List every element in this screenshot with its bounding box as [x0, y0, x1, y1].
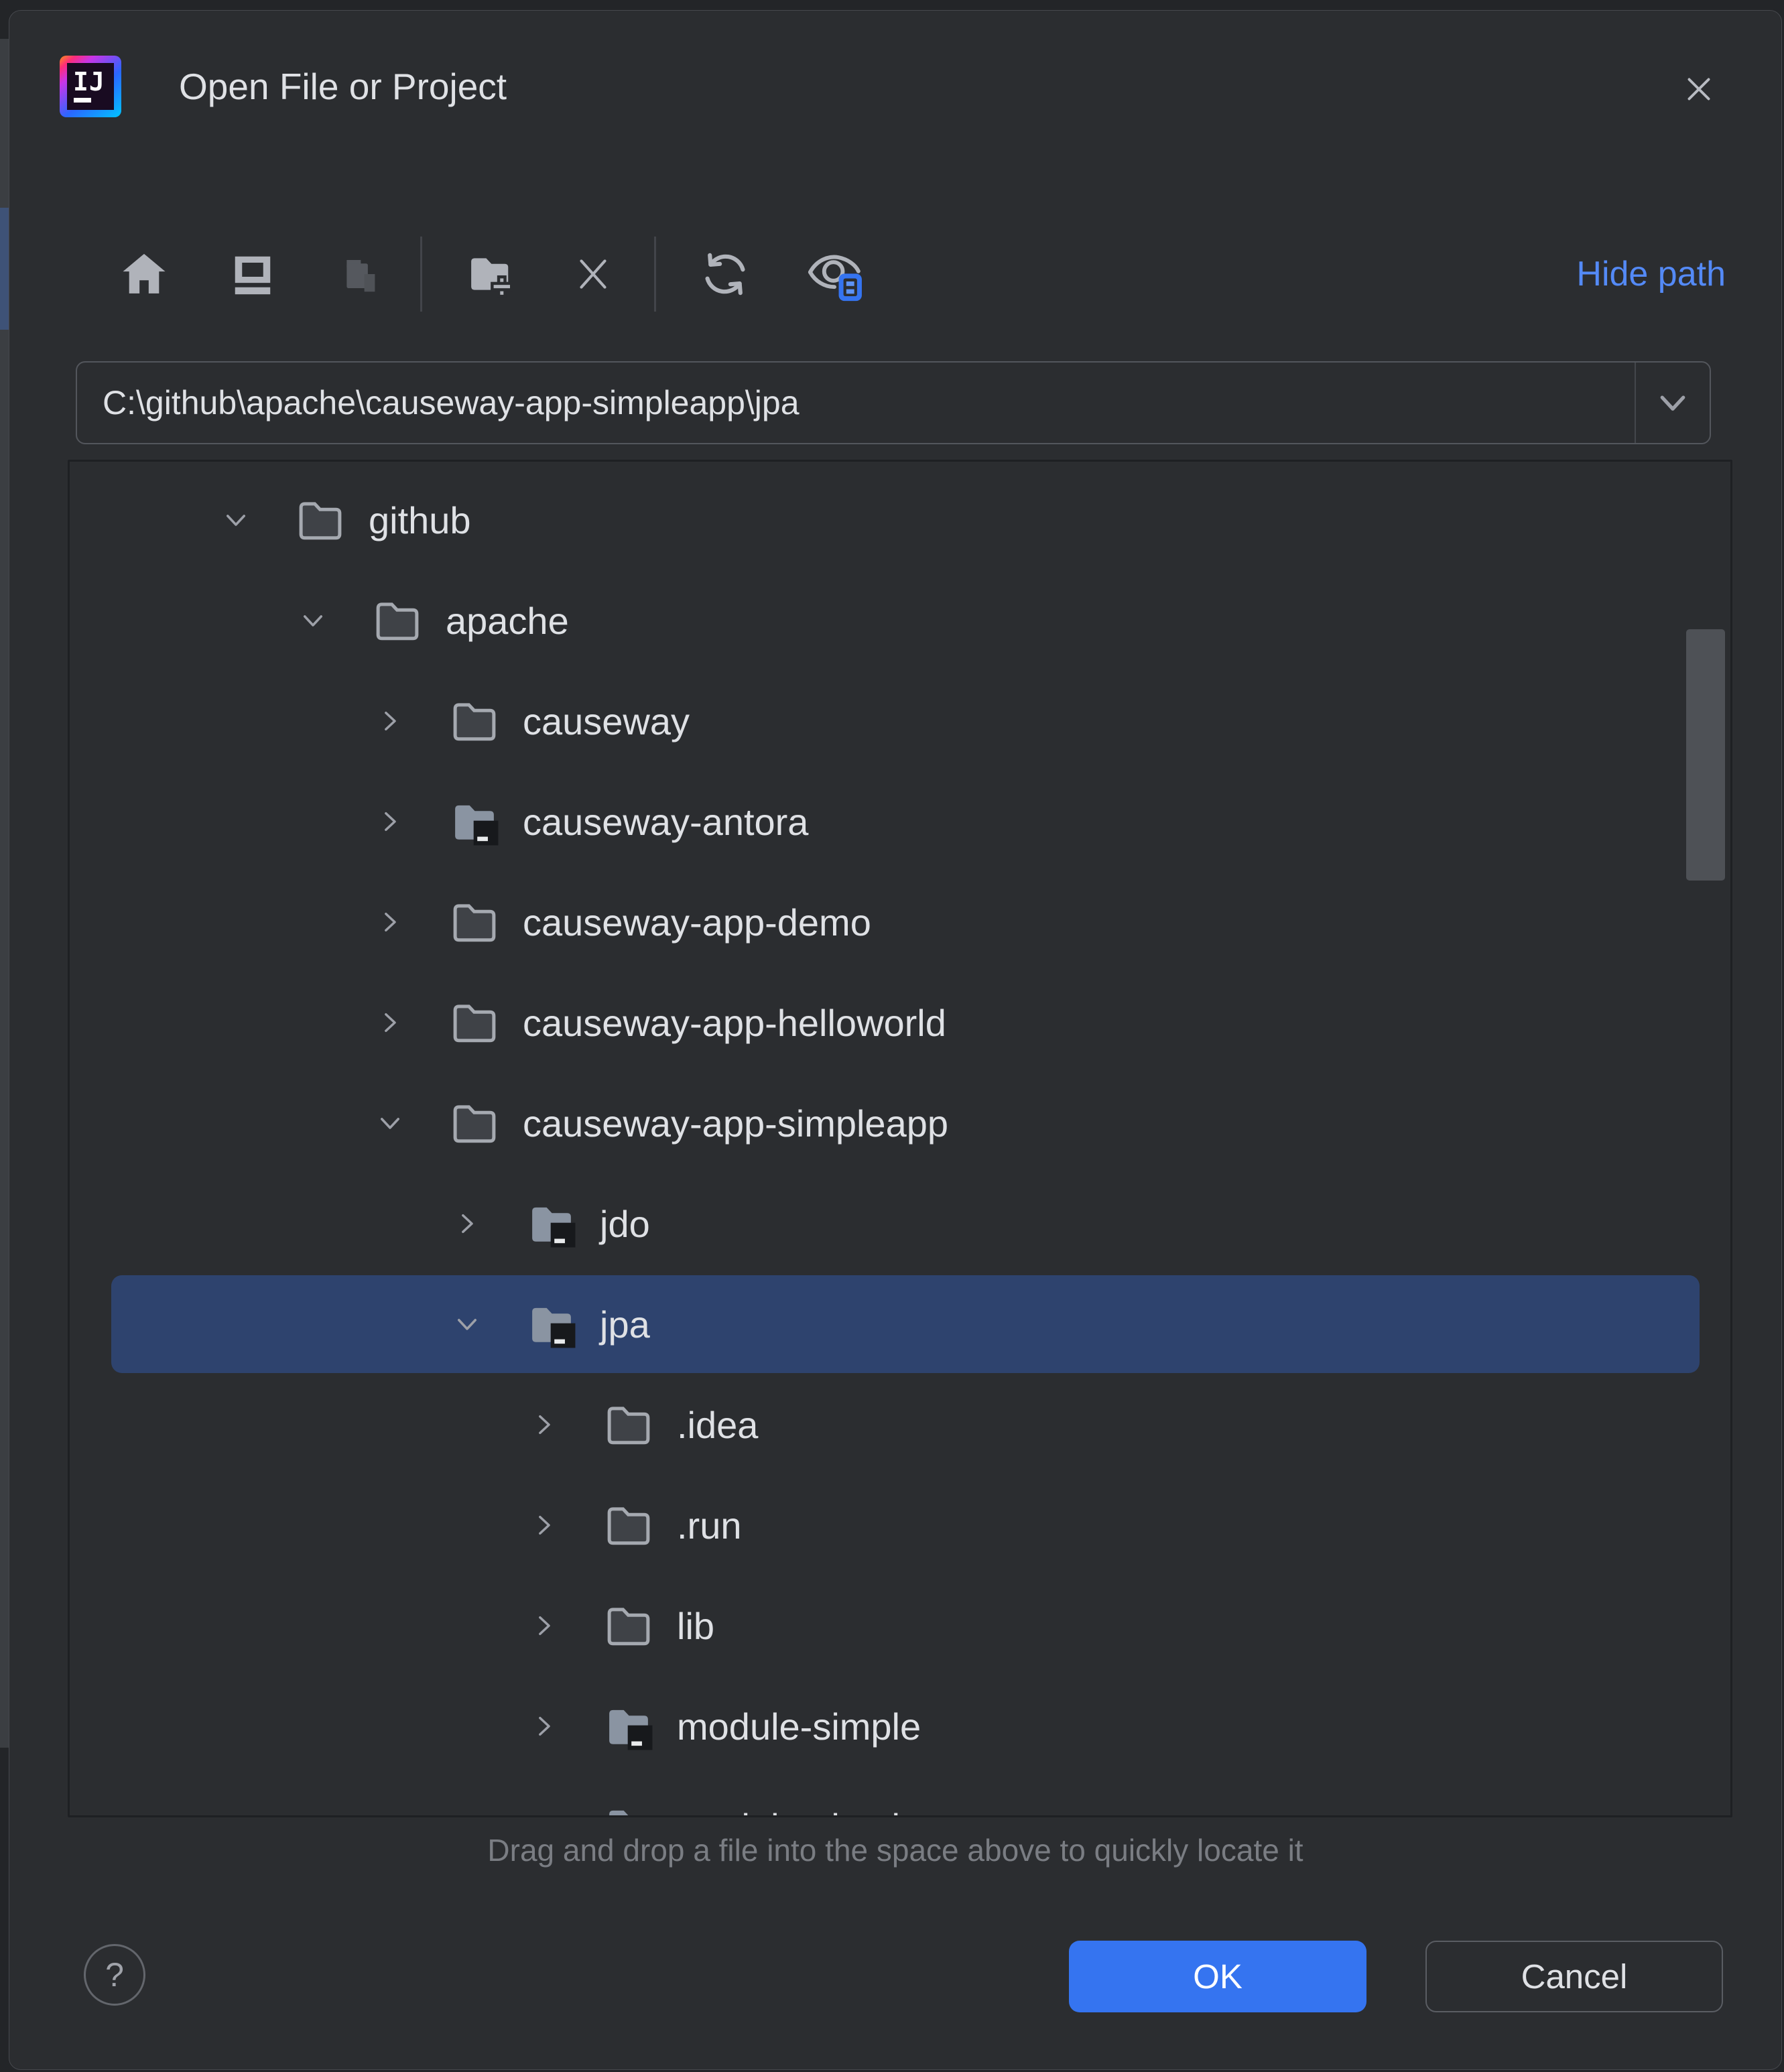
help-button[interactable]: ?	[84, 1944, 145, 2006]
tree-twisty-icon[interactable]	[371, 903, 409, 941]
tree-row-.run[interactable]: .run	[70, 1475, 1730, 1575]
folder-icon	[600, 1598, 657, 1654]
tree-item-label: causeway-antora	[523, 800, 808, 844]
tree-row-module-simple[interactable]: module-simple	[70, 1676, 1730, 1776]
drag-drop-hint: Drag and drop a file into the space abov…	[9, 1832, 1781, 1868]
file-chooser-toolbar	[116, 246, 868, 302]
folder-icon	[369, 592, 426, 649]
folder-icon	[292, 492, 348, 548]
tree-item-label: .run	[677, 1504, 742, 1547]
tree-twisty-icon[interactable]	[525, 1707, 563, 1745]
tree-twisty-icon[interactable]	[448, 1305, 486, 1343]
tree-twisty-icon[interactable]	[371, 702, 409, 740]
tree-row-github[interactable]: github	[70, 470, 1730, 570]
tree-item-label: module-simple-tests	[677, 1805, 1013, 1818]
tree-row-causeway-app-simpleapp[interactable]: causeway-app-simpleapp	[70, 1073, 1730, 1173]
tree-item-label: causeway-app-demo	[523, 901, 871, 944]
tree-row-causeway-app-helloworld[interactable]: causeway-app-helloworld	[70, 972, 1730, 1073]
tree-item-label: .idea	[677, 1403, 758, 1447]
scrollbar-thumb[interactable]	[1686, 629, 1725, 881]
home-icon[interactable]	[116, 246, 172, 302]
folder-icon	[446, 1095, 503, 1151]
chevron-down-icon[interactable]	[1636, 375, 1710, 431]
ok-button[interactable]: OK	[1069, 1941, 1366, 2012]
project-folder-icon	[600, 1698, 657, 1754]
path-input[interactable]: C:\github\apache\causeway-app-simpleapp\…	[77, 383, 1635, 422]
tree-twisty-icon[interactable]	[525, 1506, 563, 1544]
open-file-dialog: IJ Open File or Project	[9, 10, 1782, 2070]
tree-twisty-icon[interactable]	[371, 1104, 409, 1142]
tree-item-label: causeway-app-helloworld	[523, 1001, 946, 1045]
refresh-icon[interactable]	[695, 244, 755, 304]
folder-icon-disabled	[334, 246, 391, 302]
folder-icon	[446, 994, 503, 1051]
path-combobox[interactable]: C:\github\apache\causeway-app-simpleapp\…	[76, 361, 1711, 444]
folder-icon	[600, 1497, 657, 1553]
project-folder-icon	[446, 793, 503, 850]
folder-icon	[446, 894, 503, 950]
toolbar-separator	[654, 237, 656, 312]
dialog-titlebar: IJ Open File or Project	[60, 56, 507, 117]
cancel-button[interactable]: Cancel	[1425, 1941, 1723, 2012]
tree-row-apache[interactable]: apache	[70, 570, 1730, 671]
tree-twisty-icon[interactable]	[525, 1607, 563, 1644]
project-folder-icon	[523, 1296, 580, 1352]
tree-twisty-icon[interactable]	[525, 1808, 563, 1817]
tree-row-.idea[interactable]: .idea	[70, 1374, 1730, 1475]
folder-icon	[600, 1397, 657, 1453]
background-window-selection-sliver	[0, 208, 9, 330]
desktop-icon[interactable]	[225, 246, 281, 302]
delete-icon[interactable]	[571, 252, 615, 296]
tree-item-label: causeway	[523, 700, 690, 743]
tree-row-causeway-app-demo[interactable]: causeway-app-demo	[70, 872, 1730, 972]
tree-row-lib[interactable]: lib	[70, 1575, 1730, 1676]
tree-twisty-icon[interactable]	[217, 501, 255, 539]
folder-icon	[446, 693, 503, 749]
project-folder-icon	[600, 1799, 657, 1817]
tree-row-causeway-antora[interactable]: causeway-antora	[70, 771, 1730, 872]
tree-twisty-icon[interactable]	[371, 803, 409, 840]
tree-twisty-icon[interactable]	[371, 1004, 409, 1041]
tree-item-label: github	[369, 499, 471, 542]
dialog-title: Open File or Project	[179, 65, 507, 108]
tree-row-jdo[interactable]: jdo	[70, 1173, 1730, 1274]
file-tree-rows: github apache	[70, 462, 1730, 1815]
tree-item-label: jpa	[600, 1303, 650, 1346]
tree-row-module-simple-tests[interactable]: module-simple-tests	[70, 1776, 1730, 1817]
new-folder-icon[interactable]	[462, 246, 519, 302]
tree-twisty-icon[interactable]	[525, 1406, 563, 1443]
intellij-logo-icon: IJ	[60, 56, 121, 117]
tree-item-label: apache	[446, 599, 569, 643]
tree-twisty-icon[interactable]	[294, 602, 332, 639]
show-hidden-files-icon[interactable]	[804, 242, 868, 306]
tree-item-label: causeway-app-simpleapp	[523, 1102, 948, 1145]
tree-item-label: module-simple	[677, 1705, 921, 1748]
file-tree: github apache	[68, 460, 1732, 1817]
tree-row-jpa[interactable]: jpa	[70, 1274, 1730, 1374]
tree-item-label: lib	[677, 1604, 714, 1648]
hide-path-link[interactable]: Hide path	[1576, 246, 1726, 302]
tree-item-label: jdo	[600, 1202, 650, 1246]
tree-row-causeway[interactable]: causeway	[70, 671, 1730, 771]
tree-twisty-icon[interactable]	[448, 1205, 486, 1242]
toolbar-separator	[420, 237, 422, 312]
project-folder-icon	[523, 1195, 580, 1252]
close-icon[interactable]	[1678, 68, 1720, 110]
